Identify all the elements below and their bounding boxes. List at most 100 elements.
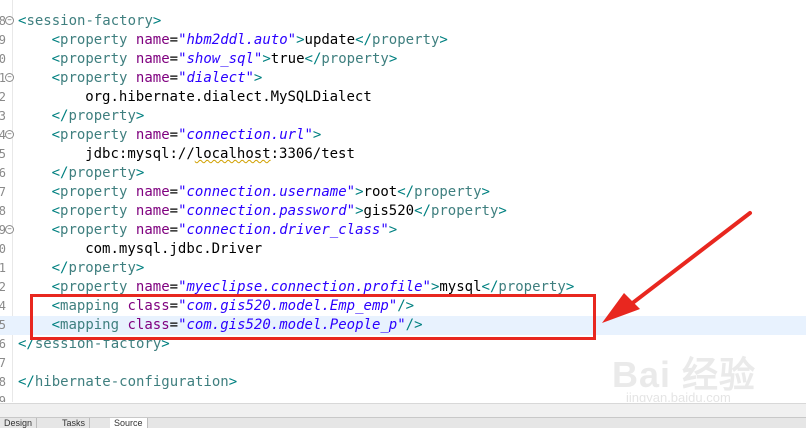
code-token: > (152, 13, 162, 29)
fold-toggle-icon[interactable]: − (5, 73, 14, 82)
editor-bottom-tabs: Design Tasks Source (0, 417, 806, 428)
code-token: > (388, 222, 398, 238)
line-number: 13 (0, 109, 6, 123)
code-text: </property> (52, 164, 145, 183)
xml-editor[interactable]: 8− <session-factory> 9 <property name="hbm2… (0, 0, 806, 402)
line-number: 25 (0, 318, 6, 332)
code-line[interactable]: 16 </property> (0, 164, 806, 183)
code-text: </property> (52, 107, 145, 126)
code-token: name (135, 222, 170, 238)
code-token: < (51, 51, 61, 67)
code-token: "connection.username" (178, 184, 356, 200)
code-token: </ (481, 279, 499, 295)
code-token: > (439, 32, 448, 48)
fold-toggle-icon[interactable]: − (5, 130, 14, 139)
mapping-highlight-box (30, 294, 596, 340)
code-token: property (430, 203, 499, 219)
code-token: "dialect" (178, 70, 254, 86)
line-number: 24 (0, 299, 6, 313)
code-token: name (135, 203, 170, 219)
code-token: = (169, 203, 179, 219)
code-text: org.hibernate.dialect.MySQLDialect (85, 88, 372, 107)
code-token: > (498, 203, 507, 219)
code-line[interactable]: 13 </property> (0, 107, 806, 126)
code-token: </ (355, 32, 372, 48)
code-text: <property name="dialect"> (52, 69, 263, 88)
line-number: 27 (0, 356, 6, 370)
code-token: < (51, 127, 61, 143)
fold-toggle-icon[interactable]: − (5, 225, 14, 234)
line-number: 26 (0, 337, 6, 351)
code-text: </hibernate-configuration> (18, 373, 237, 392)
code-line[interactable]: 8− <session-factory> (0, 12, 806, 31)
code-token: jdbc:mysql:// (85, 146, 195, 162)
code-token: "myeclipse.connection.profile" (178, 279, 431, 295)
code-token: property (68, 108, 136, 124)
code-token: </ (304, 51, 322, 67)
code-token: = (169, 184, 179, 200)
code-token: > (312, 127, 322, 143)
code-token: name (135, 184, 170, 200)
code-token: > (135, 260, 145, 276)
fold-toggle-icon[interactable]: − (5, 16, 14, 25)
code-token: property (60, 51, 128, 67)
code-token: property (60, 32, 128, 48)
line-number: 16 (0, 166, 6, 180)
line-number: 17 (0, 185, 6, 199)
code-line[interactable]: 9 <property name="hbm2ddl.auto">update</p… (0, 31, 806, 50)
line-number: 10 (0, 52, 6, 66)
watermark-url: jingyan.baidu.com (626, 390, 731, 402)
code-line[interactable]: 14−<property name="connection.url"> (0, 126, 806, 145)
code-text: <session-factory> (18, 12, 161, 31)
code-text: <property name="connection.username">roo… (52, 183, 490, 202)
code-token: < (51, 222, 61, 238)
code-token: > (565, 279, 575, 295)
code-token: mysql (439, 279, 482, 295)
code-token: = (169, 127, 179, 143)
code-token: property (414, 184, 482, 200)
code-text: <property name="hbm2ddl.auto">update</pr… (52, 31, 448, 50)
code-token: </ (51, 260, 69, 276)
code-line[interactable]: 17<property name="connection.username">r… (0, 183, 806, 202)
code-token: property (60, 70, 128, 86)
code-line[interactable]: 10<property name="show_sql">true</proper… (0, 50, 806, 69)
code-token: < (51, 279, 61, 295)
code-token: session-factory (26, 13, 153, 29)
code-token: property (60, 203, 128, 219)
line-number: 9 (0, 33, 6, 47)
code-token: > (135, 108, 145, 124)
horizontal-scrollbar[interactable] (0, 403, 806, 418)
code-token: = (169, 51, 179, 67)
code-text: com.mysql.jdbc.Driver (85, 240, 262, 259)
code-token: </ (51, 165, 69, 181)
code-line[interactable]: 15 jdbc:mysql://localhost:3306/test (0, 145, 806, 164)
code-token: > (135, 165, 145, 181)
baidu-watermark: Bai 经验 jingyan.baidu.com (612, 346, 802, 402)
code-token: name (135, 32, 170, 48)
line-number: 21 (0, 261, 6, 275)
code-token: "connection.password" (178, 203, 356, 219)
code-token: true (270, 51, 305, 67)
line-number: 15 (0, 147, 6, 161)
code-token: property (321, 51, 389, 67)
code-token: < (51, 184, 61, 200)
code-token: < (51, 70, 61, 86)
code-token: > (355, 184, 364, 200)
code-token: hibernate-configuration (34, 374, 229, 390)
red-arrow-annotation (602, 211, 752, 323)
code-token: name (135, 70, 170, 86)
code-line[interactable]: 12 org.hibernate.dialect.MySQLDialect (0, 88, 806, 107)
code-text: jdbc:mysql://localhost:3306/test (85, 145, 355, 164)
code-line[interactable]: 11−<property name="dialect"> (0, 69, 806, 88)
code-token: property (60, 279, 128, 295)
code-token: > (253, 70, 263, 86)
code-token: < (51, 32, 61, 48)
code-token: property (68, 260, 136, 276)
